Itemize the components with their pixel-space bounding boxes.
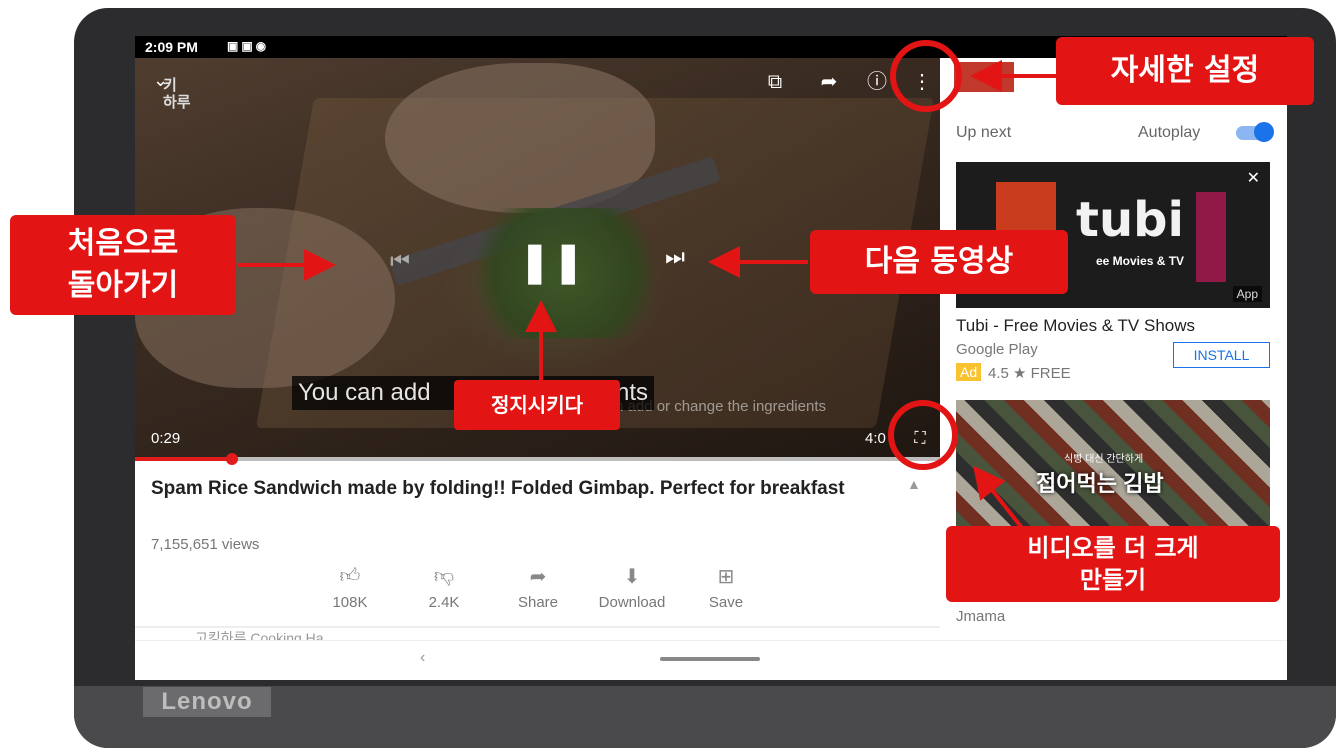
share-label: Share [517,594,559,611]
total-time: 4:0 [865,430,886,447]
current-time: 0:29 [151,430,181,447]
lenovo-logo: Lenovo [143,687,271,717]
action-row: 👍︎ 108K 👎︎ 2.4K ➦ Share ⬇ Download ⊞ Sav… [305,564,765,614]
view-count: 7,155,651 views [151,536,260,553]
ad-tagline: ee Movies & TV [1096,254,1185,268]
channel-watermark: 키 하루 [163,77,191,111]
fullscreen-highlight-ring [888,400,958,470]
thumbnail-caption: 접어먹는 김밥 [1036,471,1164,496]
fullscreen-callout: 비디오를 더 크게 만들기 [946,526,1280,602]
share-icon[interactable]: ➦ [815,68,843,96]
info-icon[interactable]: ⓘ [863,68,891,96]
status-time: 2:09 PM [145,39,198,55]
autoplay-toggle-knob[interactable] [1254,122,1274,142]
progress-bar[interactable] [135,453,940,465]
next-video-callout: 다음 동영상 [810,230,1068,294]
thumbnail-caption-small: 식빵 대신 간단하게 [1064,454,1144,465]
up-next-label: Up next [956,124,1012,141]
save-icon: ⊞ [717,566,735,588]
install-button[interactable]: INSTALL [1173,342,1270,368]
like-count: 108K [332,594,368,611]
ad-brand-word: tubi [1076,192,1184,248]
save-button[interactable]: ⊞ Save [681,564,771,611]
dislike-count: 2.4K [428,594,460,611]
ad-badge: Ad [956,363,982,381]
ad-source: Google Play [956,341,1038,358]
dislike-button[interactable]: 👎︎ 2.4K [399,564,489,611]
back-icon[interactable]: ‹ [420,649,425,667]
progress-fill [135,457,232,461]
download-label: Download [598,594,666,611]
download-icon: ⬇ [623,566,641,588]
stage: Lenovo 2:09 PM ▣▣◉ ⌄ 키 하루 ⧉ ➦ ⓘ ⋮ ⏮ ❚❚ ⏭… [0,0,1342,755]
save-label: Save [708,594,744,611]
thumbs-up-icon: 👍︎ [339,565,361,587]
settings-highlight-ring [890,40,962,112]
related-video-author: Jmama [956,608,1006,625]
pause-callout: 정지시키다 [454,380,620,430]
scrubber-handle[interactable] [226,453,238,465]
next-button[interactable]: ⏭ [660,244,690,274]
home-gesture-bar[interactable] [660,657,760,661]
pause-button[interactable]: ❚❚ [518,240,585,284]
add-to-playlist-icon[interactable]: ⧉ [761,68,789,96]
autoplay-label: Autoplay [1138,124,1201,141]
settings-callout: 자세한 설정 [1056,37,1314,105]
video-title[interactable]: Spam Rice Sandwich made by folding!! Fol… [151,474,871,503]
notification-icons: ▣▣◉ [227,39,270,53]
share-button[interactable]: ➦ Share [493,564,583,611]
mini-ad-thumbnail[interactable] [954,62,1014,92]
android-nav-bar: ‹ [135,640,1287,680]
ad-title[interactable]: Tubi - Free Movies & TV Shows [956,316,1195,336]
expand-chevron-icon[interactable]: ▲ [907,476,921,492]
app-badge: App [1232,286,1262,302]
ad-graphic [1196,192,1226,282]
download-button[interactable]: ⬇ Download [587,564,677,611]
thumbs-down-icon: 👎︎ [433,565,455,587]
close-icon[interactable]: ✕ [1247,168,1260,188]
share-icon: ➦ [529,566,547,588]
previous-button[interactable]: ⏮ [385,248,415,278]
restart-callout: 처음으로 돌아가기 [10,215,236,315]
ad-rating: 4.5 ★ FREE [988,365,1071,382]
like-button[interactable]: 👍︎ 108K [305,564,395,611]
